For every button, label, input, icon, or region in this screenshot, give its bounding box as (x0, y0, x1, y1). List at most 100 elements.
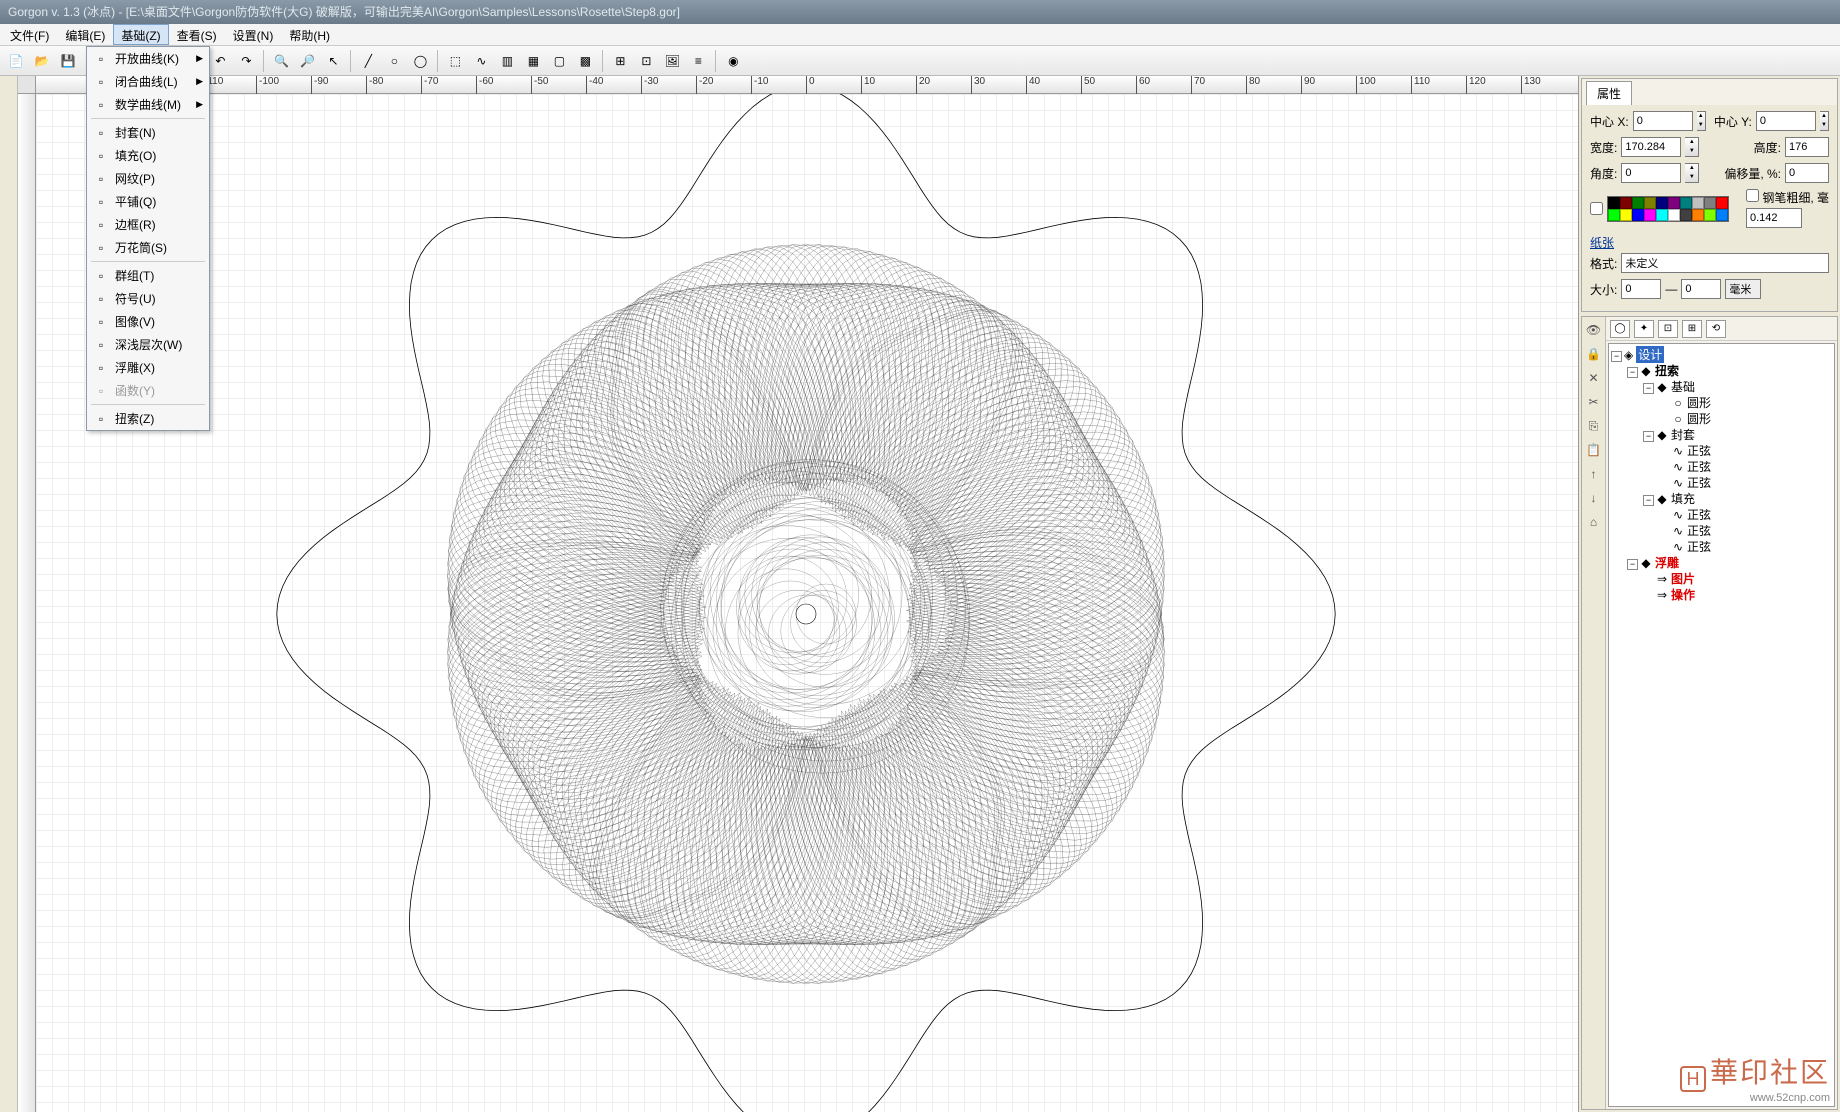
tree-btn-2[interactable]: ✦ (1634, 320, 1654, 338)
tree-node[interactable]: ∿正弦 (1672, 475, 1711, 491)
tree-node[interactable]: ∿正弦 (1672, 459, 1711, 475)
width-input[interactable] (1621, 137, 1681, 157)
color-palette[interactable] (1607, 196, 1729, 222)
tree-node[interactable]: ∿正弦 (1672, 443, 1711, 459)
size-h-input[interactable] (1681, 279, 1721, 299)
border-tool[interactable]: ▢ (547, 49, 571, 73)
menu-item[interactable]: 编辑(E) (57, 24, 113, 45)
save-button[interactable]: 💾 (56, 49, 80, 73)
menu-item[interactable]: 设置(N) (225, 24, 282, 45)
dropdown-item[interactable]: ▫网纹(P) (87, 167, 209, 190)
center-y-input[interactable] (1756, 111, 1816, 131)
offset-input[interactable] (1785, 163, 1829, 183)
dropdown-item[interactable]: ▫图像(V) (87, 310, 209, 333)
tree-node[interactable]: ◆浮雕 (1640, 555, 1679, 571)
color-swatch[interactable] (1692, 197, 1704, 209)
tree-btn-3[interactable]: ⊡ (1658, 320, 1678, 338)
pointer-tool[interactable]: ↖ (321, 49, 345, 73)
copy-icon[interactable]: ⎘ (1585, 417, 1603, 435)
dropdown-item[interactable]: ▫扭索(Z) (87, 407, 209, 430)
tree-expander[interactable]: − (1611, 351, 1622, 362)
dropdown-item[interactable]: ▫闭合曲线(L)▶ (87, 70, 209, 93)
shape-tool[interactable]: ◯ (408, 49, 432, 73)
color-swatch[interactable] (1620, 197, 1632, 209)
pattern-tool[interactable]: ▩ (573, 49, 597, 73)
tree-btn-4[interactable]: ⊞ (1682, 320, 1702, 338)
angle-input[interactable] (1621, 163, 1681, 183)
spinner[interactable]: ▲▼ (1685, 163, 1699, 183)
color-swatch[interactable] (1632, 197, 1644, 209)
color-swatch[interactable] (1620, 209, 1632, 221)
tree-expander[interactable]: − (1643, 495, 1654, 506)
dropdown-item[interactable]: ▫万花筒(S) (87, 236, 209, 259)
tree-node[interactable]: ⇒图片 (1656, 571, 1695, 587)
color-swatch[interactable] (1608, 209, 1620, 221)
menu-item[interactable]: 文件(F) (2, 24, 57, 45)
eye-icon[interactable]: 👁 (1585, 321, 1603, 339)
color-swatch[interactable] (1716, 197, 1728, 209)
tree-node[interactable]: ◆填充 (1656, 491, 1695, 507)
tree-node[interactable]: ∿正弦 (1672, 507, 1711, 523)
tree-expander[interactable]: − (1627, 559, 1638, 570)
tree-node[interactable]: ○圆形 (1672, 411, 1711, 427)
menu-item[interactable]: 帮助(H) (281, 24, 338, 45)
down-icon[interactable]: ↓ (1585, 489, 1603, 507)
tree-node[interactable]: ◆扭索 (1640, 363, 1679, 379)
color-swatch[interactable] (1704, 197, 1716, 209)
pen-input[interactable] (1746, 208, 1802, 228)
color-swatch[interactable] (1668, 197, 1680, 209)
color-swatch[interactable] (1704, 209, 1716, 221)
lock-icon[interactable]: 🔒 (1585, 345, 1603, 363)
color-swatch[interactable] (1680, 209, 1692, 221)
dropdown-item[interactable]: ▫边框(R) (87, 213, 209, 236)
tree-node[interactable]: ◆基础 (1656, 379, 1695, 395)
tree-node[interactable]: ◆封套 (1656, 427, 1695, 443)
tree-node[interactable]: ○圆形 (1672, 395, 1711, 411)
layer-tree[interactable]: −◈ 设计−◆扭索−◆基础○圆形○圆形−◆封套∿正弦∿正弦∿正弦−◆填充∿正弦∿… (1608, 343, 1835, 1107)
color-swatch[interactable] (1656, 209, 1668, 221)
line-tool[interactable]: ╱ (356, 49, 380, 73)
dropdown-item[interactable]: ▫符号(U) (87, 287, 209, 310)
dropdown-item[interactable]: ▫封套(N) (87, 121, 209, 144)
format-input[interactable] (1621, 253, 1829, 273)
twist-tool[interactable]: ◉ (721, 49, 745, 73)
zoom-out-button[interactable]: 🔎 (295, 49, 319, 73)
tree-root[interactable]: ◈ 设计 (1624, 346, 1664, 363)
spinner[interactable]: ▲▼ (1697, 111, 1706, 131)
color-swatch[interactable] (1644, 209, 1656, 221)
dropdown-item[interactable]: ▫平铺(Q) (87, 190, 209, 213)
paste-icon[interactable]: 📋 (1585, 441, 1603, 459)
color-swatch[interactable] (1692, 209, 1704, 221)
undo-button[interactable]: ↶ (208, 49, 232, 73)
tree-node[interactable]: ⇒操作 (1656, 587, 1695, 603)
wave-tool[interactable]: ∿ (469, 49, 493, 73)
spinner[interactable]: ▲▼ (1685, 137, 1699, 157)
dropdown-item[interactable]: ▫数学曲线(M)▶ (87, 93, 209, 116)
dropdown-item[interactable]: ▫群组(T) (87, 264, 209, 287)
image-tool[interactable]: 🖼 (660, 49, 684, 73)
tree-node[interactable]: ∿正弦 (1672, 523, 1711, 539)
menu-item[interactable]: 基础(Z) (113, 24, 168, 45)
group-tool[interactable]: ⊞ (608, 49, 632, 73)
bars-tool[interactable]: ▥ (495, 49, 519, 73)
up-icon[interactable]: ↑ (1585, 465, 1603, 483)
color-checkbox[interactable] (1590, 202, 1603, 215)
circle-tool[interactable]: ○ (382, 49, 406, 73)
delete-icon[interactable]: ✕ (1585, 369, 1603, 387)
menu-item[interactable]: 查看(S) (169, 24, 225, 45)
home-icon[interactable]: ⌂ (1585, 513, 1603, 531)
zoom-in-button[interactable]: 🔍 (269, 49, 293, 73)
properties-tab[interactable]: 属性 (1586, 81, 1632, 105)
symbol-tool[interactable]: ⊡ (634, 49, 658, 73)
cut-icon[interactable]: ✂ (1585, 393, 1603, 411)
color-swatch[interactable] (1716, 209, 1728, 221)
color-swatch[interactable] (1644, 197, 1656, 209)
redo-button[interactable]: ↷ (234, 49, 258, 73)
color-swatch[interactable] (1680, 197, 1692, 209)
tree-expander[interactable]: − (1643, 383, 1654, 394)
canvas-area[interactable]: -130-120-110-100-90-80-70-60-50-40-30-20… (18, 76, 1578, 1112)
spinner[interactable]: ▲▼ (1820, 111, 1829, 131)
pen-checkbox[interactable] (1746, 189, 1759, 202)
color-swatch[interactable] (1656, 197, 1668, 209)
dropdown-item[interactable]: ▫开放曲线(K)▶ (87, 47, 209, 70)
